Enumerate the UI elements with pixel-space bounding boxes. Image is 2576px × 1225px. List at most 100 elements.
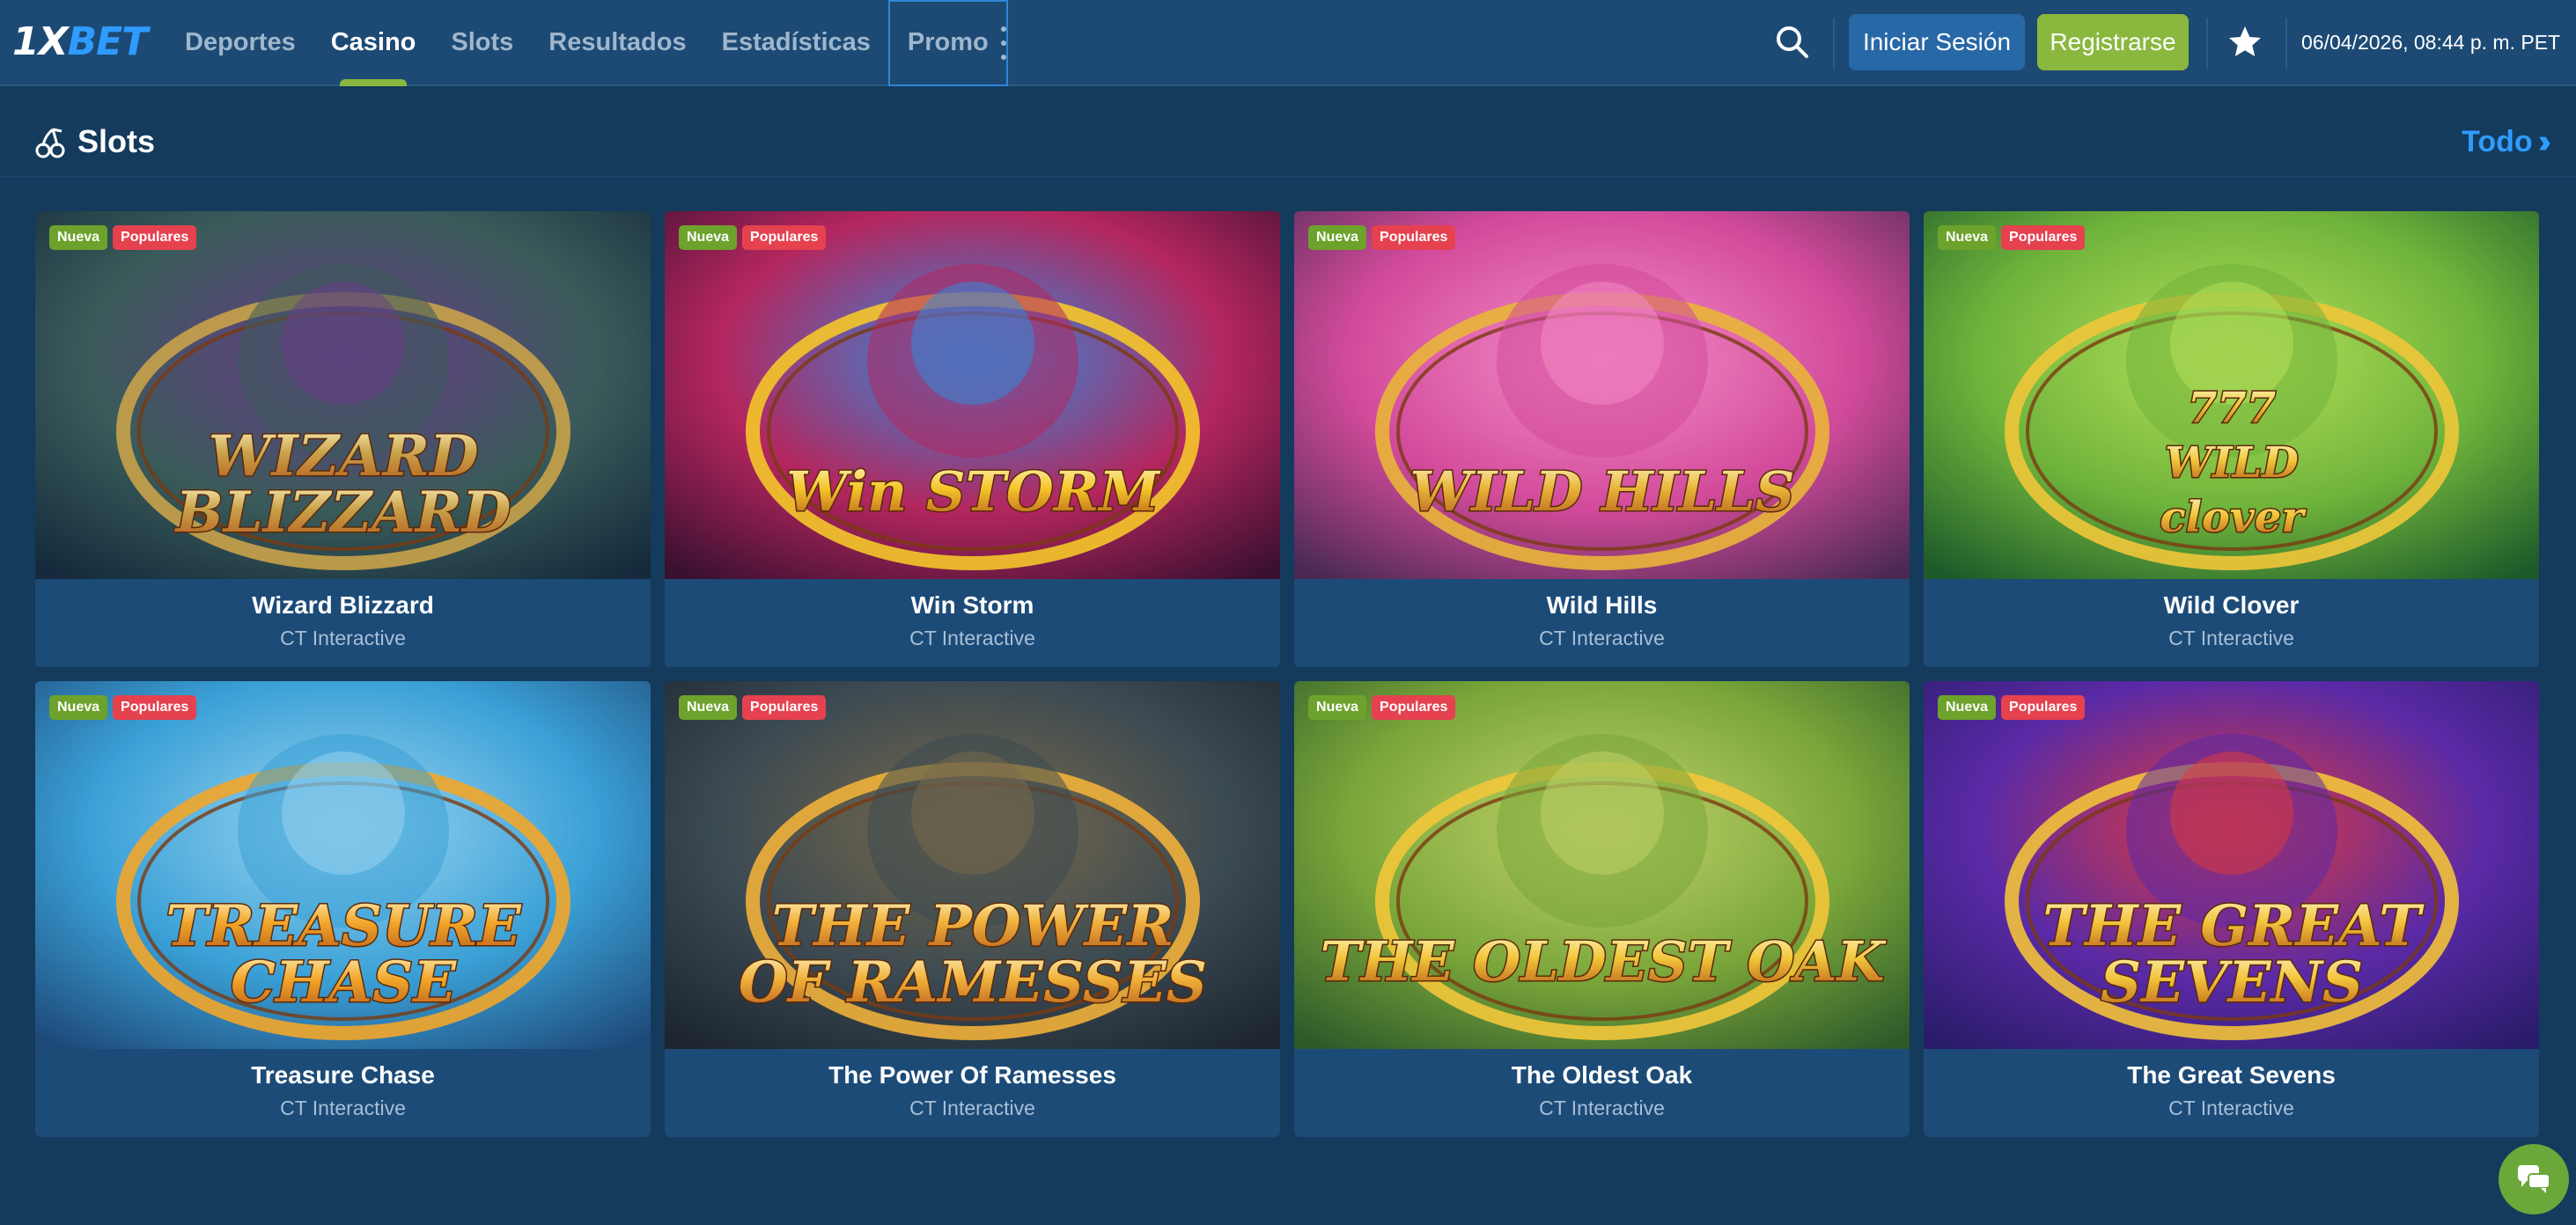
chat-icon[interactable] bbox=[2499, 1144, 2569, 1214]
svg-text:Win STORM: Win STORM bbox=[786, 459, 1161, 524]
svg-text:WILD: WILD bbox=[2165, 438, 2299, 488]
game-title[interactable]: The Oldest Oak bbox=[1294, 1060, 1910, 1091]
game-thumbnail[interactable]: Win STORM Nueva Populares bbox=[665, 211, 1280, 579]
badge-new: Nueva bbox=[1308, 225, 1367, 250]
badge-popular: Populares bbox=[2001, 225, 2086, 250]
more-vertical-icon[interactable] bbox=[993, 26, 1014, 60]
nav-item-slots[interactable]: Slots bbox=[433, 0, 531, 86]
game-card[interactable]: WIZARD BLIZZARD Nueva Populares Wizard Bliz… bbox=[35, 211, 651, 667]
datetime-display: 06/04/2026, 08:44 p. m. PET bbox=[2301, 31, 2561, 54]
badge-popular: Populares bbox=[742, 225, 827, 250]
badge-popular: Populares bbox=[113, 695, 197, 720]
view-all-link[interactable]: Todo ›› bbox=[2462, 121, 2552, 162]
game-thumbnail[interactable]: WILD HILLS Nueva Populares bbox=[1294, 211, 1910, 579]
nav-item-resultados[interactable]: Resultados bbox=[531, 0, 703, 86]
game-card[interactable]: TREASURE CHASE Nueva Populares Treasure Cha… bbox=[35, 681, 651, 1137]
nav-item-deportes[interactable]: Deportes bbox=[167, 0, 313, 86]
game-title[interactable]: Treasure Chase bbox=[35, 1060, 651, 1091]
badge-new: Nueva bbox=[1938, 225, 1997, 250]
badge-new: Nueva bbox=[679, 695, 738, 720]
game-badges: Nueva Populares bbox=[1308, 695, 1456, 720]
nav-item-estadisticas[interactable]: Estadísticas bbox=[704, 0, 888, 86]
cherries-icon bbox=[35, 127, 65, 158]
badge-new: Nueva bbox=[49, 695, 108, 720]
game-provider: CT Interactive bbox=[280, 1097, 406, 1119]
header-divider bbox=[2285, 18, 2287, 69]
section-title: Slots bbox=[77, 123, 156, 159]
header-divider bbox=[1833, 18, 1835, 69]
game-title[interactable]: The Power Of Ramesses bbox=[665, 1060, 1280, 1091]
brand-logo[interactable]: 1XBET bbox=[12, 19, 149, 65]
game-provider: CT Interactive bbox=[2168, 1097, 2294, 1119]
badge-popular: Populares bbox=[1372, 225, 1456, 250]
game-art: THE GREATSEVENS bbox=[1924, 681, 2539, 1049]
game-thumbnail[interactable]: WIZARD BLIZZARD Nueva Populares bbox=[35, 211, 651, 579]
svg-text:SEVENS: SEVENS bbox=[2101, 950, 2363, 1016]
game-badges: Nueva Populares bbox=[679, 695, 827, 720]
logo-part-bet: BET bbox=[67, 19, 149, 64]
game-title[interactable]: Wizard Blizzard bbox=[35, 590, 651, 621]
game-provider: CT Interactive bbox=[280, 627, 406, 649]
game-art: WIZARDBLIZZARD bbox=[35, 211, 651, 579]
badge-new: Nueva bbox=[1938, 695, 1997, 720]
svg-text:THE OLDEST OAK: THE OLDEST OAK bbox=[1321, 929, 1887, 994]
game-title[interactable]: Wild Clover bbox=[1924, 590, 2539, 621]
badge-popular: Populares bbox=[742, 695, 827, 720]
game-art: WILD HILLS bbox=[1294, 211, 1910, 579]
badge-popular: Populares bbox=[1372, 695, 1456, 720]
game-card[interactable]: 777 WILD clover Nueva Populares Wild Clover C… bbox=[1924, 211, 2539, 667]
logo-part-x: X bbox=[38, 19, 69, 64]
header-divider bbox=[2206, 18, 2208, 69]
game-thumbnail[interactable]: THE POWER OF RAMESSES Nueva Populares bbox=[665, 681, 1280, 1049]
game-card[interactable]: THE POWER OF RAMESSES Nueva Populares The P… bbox=[665, 681, 1280, 1137]
game-card[interactable]: THE OLDEST OAK Nueva Populares The Oldest … bbox=[1294, 681, 1910, 1137]
view-all-label: Todo bbox=[2462, 125, 2533, 158]
logo-part-1: 1 bbox=[12, 19, 40, 64]
badge-new: Nueva bbox=[49, 225, 108, 250]
badge-popular: Populares bbox=[2001, 695, 2086, 720]
badge-popular: Populares bbox=[113, 225, 197, 250]
game-art: Win STORM bbox=[665, 211, 1280, 579]
game-thumbnail[interactable]: 777 WILD clover Nueva Populares bbox=[1924, 211, 2539, 579]
game-provider: CT Interactive bbox=[2168, 627, 2294, 649]
game-thumbnail[interactable]: TREASURE CHASE Nueva Populares bbox=[35, 681, 651, 1049]
game-card[interactable]: WILD HILLS Nueva Populares Wild Hills CT In… bbox=[1294, 211, 1910, 667]
search-icon[interactable] bbox=[1773, 23, 1812, 62]
nav-item-promo[interactable]: Promo bbox=[887, 0, 1008, 86]
svg-text:777: 777 bbox=[2188, 384, 2276, 433]
game-art: THE POWEROF RAMESSES bbox=[665, 681, 1280, 1049]
game-badges: Nueva Populares bbox=[1938, 695, 2086, 720]
game-badges: Nueva Populares bbox=[1938, 225, 2086, 250]
main-nav: Deportes Casino Slots Resultados Estadís… bbox=[167, 0, 1008, 86]
game-card[interactable]: THE GREAT SEVENS Nueva Populares The Great … bbox=[1924, 681, 2539, 1137]
svg-text:WILD HILLS: WILD HILLS bbox=[1409, 459, 1794, 524]
game-title[interactable]: Wild Hills bbox=[1294, 590, 1910, 621]
game-thumbnail[interactable]: THE OLDEST OAK Nueva Populares bbox=[1294, 681, 1910, 1049]
badge-new: Nueva bbox=[1308, 695, 1367, 720]
nav-item-casino[interactable]: Casino bbox=[313, 0, 434, 86]
game-provider: CT Interactive bbox=[909, 627, 1035, 649]
game-title[interactable]: Win Storm bbox=[665, 590, 1280, 621]
game-provider: CT Interactive bbox=[1539, 627, 1665, 649]
game-badges: Nueva Populares bbox=[1308, 225, 1456, 250]
game-provider: CT Interactive bbox=[1539, 1097, 1665, 1119]
game-badges: Nueva Populares bbox=[49, 695, 197, 720]
svg-text:BLIZZARD: BLIZZARD bbox=[174, 480, 512, 546]
svg-text:CHASE: CHASE bbox=[231, 950, 457, 1016]
games-grid: WIZARD BLIZZARD Nueva Populares Wizard Bliz… bbox=[35, 211, 2541, 1137]
game-card[interactable]: Win STORM Nueva Populares Win Storm CT Inte… bbox=[665, 211, 1280, 667]
top-navigation-bar: 1XBET Deportes Casino Slots Resultados E… bbox=[0, 0, 2576, 86]
game-thumbnail[interactable]: THE GREAT SEVENS Nueva Populares bbox=[1924, 681, 2539, 1049]
game-art: 777 WILD clover bbox=[1924, 211, 2539, 579]
game-title[interactable]: The Great Sevens bbox=[1924, 1060, 2539, 1091]
game-art: TREASURECHASE bbox=[35, 681, 651, 1049]
register-button[interactable]: Registrarse bbox=[2037, 14, 2189, 70]
svg-text:OF RAMESSES: OF RAMESSES bbox=[739, 950, 1207, 1016]
badge-new: Nueva bbox=[679, 225, 738, 250]
star-icon[interactable] bbox=[2226, 23, 2264, 62]
game-badges: Nueva Populares bbox=[49, 225, 197, 250]
slots-section-header: Slots Todo ›› bbox=[0, 114, 2576, 178]
game-badges: Nueva Populares bbox=[679, 225, 827, 250]
svg-text:clover: clover bbox=[2160, 493, 2307, 542]
login-button[interactable]: Iniciar Sesión bbox=[1849, 14, 2025, 70]
